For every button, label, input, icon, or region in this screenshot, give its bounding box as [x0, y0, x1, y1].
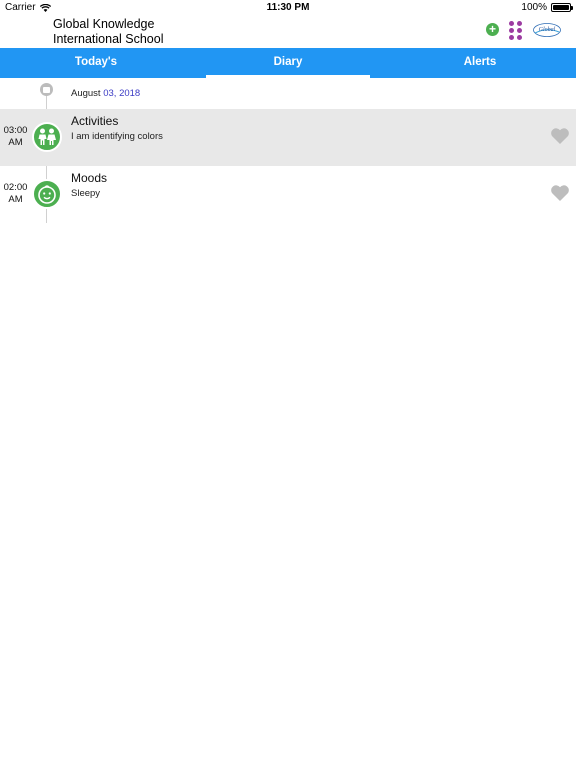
logo-text: Global — [539, 27, 556, 33]
battery-icon — [551, 3, 573, 12]
grid-dot — [517, 21, 522, 26]
school-name-line1: Global Knowledge — [53, 17, 155, 31]
status-battery: 100% — [521, 2, 573, 13]
grid-dot — [509, 21, 514, 26]
grid-dot — [517, 35, 522, 40]
battery-fill — [553, 5, 569, 10]
plus-circle-icon[interactable]: + — [486, 23, 499, 36]
entry-time-ampm: AM — [8, 137, 23, 148]
app-header: Global Knowledge International School + … — [0, 16, 576, 48]
diary-entry-moods[interactable]: 02:00 AM Moods Sleepy — [0, 166, 576, 223]
baby-face-icon-glyph — [38, 185, 56, 204]
status-bar: Carrier 11:30 PM 100% — [0, 0, 576, 16]
diary-entry-activities[interactable]: 03:00 AM Activities I am identifying col… — [0, 109, 576, 166]
tab-alerts[interactable]: Alerts — [384, 48, 576, 78]
school-logo: Global — [533, 22, 561, 37]
baby-face-icon — [32, 179, 62, 209]
grid-dot — [509, 35, 514, 40]
battery-percent: 100% — [521, 2, 547, 13]
entry-time-hm: 02:00 — [3, 182, 28, 193]
tab-todays[interactable]: Today's — [0, 48, 192, 78]
date-row: August 03, 2018 — [0, 80, 576, 108]
calendar-icon-page — [43, 86, 50, 93]
heart-icon[interactable] — [550, 184, 570, 202]
status-time: 11:30 PM — [266, 2, 310, 13]
entry-time: 03:00 AM — [0, 125, 31, 149]
grid-dots-icon[interactable] — [509, 21, 522, 40]
entry-description: I am identifying colors — [71, 131, 163, 142]
entry-title: Moods — [71, 171, 108, 185]
date-day-year: 03, 2018 — [103, 88, 141, 99]
entry-title: Activities — [71, 114, 119, 128]
date-month: August — [71, 88, 101, 99]
school-name-line2: International School — [53, 31, 164, 46]
heart-icon[interactable] — [550, 127, 570, 145]
tab-diary[interactable]: Diary — [192, 48, 384, 78]
diary-date: August 03, 2018 — [71, 88, 140, 99]
entry-description: Sleepy — [71, 188, 101, 199]
tab-bar: Today's Diary Alerts — [0, 48, 576, 78]
header-actions: + Global — [486, 21, 562, 40]
children-icon-glyph — [38, 128, 56, 145]
calendar-icon — [40, 83, 53, 96]
entry-time-hm: 03:00 — [3, 125, 28, 136]
entry-time: 02:00 AM — [0, 182, 31, 206]
entry-time-ampm: AM — [8, 194, 23, 205]
children-icon — [32, 122, 62, 152]
school-name: Global Knowledge International School — [53, 17, 164, 46]
grid-dot — [509, 28, 514, 33]
grid-dot — [517, 28, 522, 33]
